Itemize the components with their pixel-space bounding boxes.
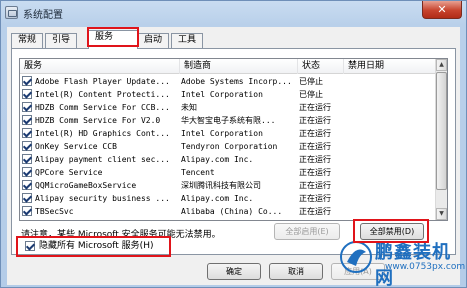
service-name: Intel(R) Content Protecti...	[35, 90, 170, 99]
service-name: HDZB Comm Service For CCB...	[35, 103, 170, 112]
service-status: 正在运行	[299, 155, 331, 164]
service-name: TBSecSvc	[35, 207, 74, 216]
service-checkbox[interactable]	[22, 167, 32, 177]
table-row[interactable]: Intel(R) HD Graphics Cont... Intel Corpor…	[20, 127, 436, 140]
service-manufacturer: Alibaba (China) Co...	[181, 207, 283, 216]
service-manufacturer: Intel Corporation	[181, 129, 263, 138]
service-status: 正在运行	[299, 129, 331, 138]
service-manufacturer: Tendyron Corporation	[181, 142, 278, 151]
close-button[interactable]: ✕	[422, 1, 462, 19]
service-manufacturer: 华大智宝电子系统有限...	[181, 116, 276, 125]
service-name: OnKey Service CCB	[35, 142, 117, 151]
service-manufacturer: Alipay.com Inc.	[181, 155, 254, 164]
table-row[interactable]: Adobe Flash Player Update... Adobe System…	[20, 75, 436, 88]
table-row[interactable]: TBSecSvc Alibaba (China) Co... 正在运行	[20, 205, 436, 218]
service-checkbox[interactable]	[22, 206, 32, 216]
column-disabled-date[interactable]: 禁用日期	[344, 59, 436, 74]
site-watermark: 鹏鑫装机网 www.0753px.com	[335, 236, 467, 288]
table-row[interactable]: Alipay payment client sec... Alipay.com I…	[20, 153, 436, 166]
service-checkbox[interactable]	[22, 141, 32, 151]
service-manufacturer: 未知	[181, 103, 197, 112]
ok-button[interactable]: 确定	[207, 263, 261, 280]
service-name: Intel(R) HD Graphics Cont...	[35, 129, 170, 138]
service-status: 正在运行	[299, 168, 331, 177]
table-row[interactable]: Alipay security business ... Alipay.com I…	[20, 192, 436, 205]
table-row[interactable]: HDZB Comm Service For V2.0 华大智宝电子系统有限... 正…	[20, 114, 436, 127]
hide-microsoft-label: 隐藏所有 Microsoft 服务(H)	[39, 241, 154, 251]
service-checkbox[interactable]	[22, 128, 32, 138]
column-service[interactable]: 服务	[20, 59, 180, 74]
service-status: 正在运行	[299, 181, 331, 190]
table-row[interactable]: HDZB Comm Service For CCB... 未知 正在运行	[20, 101, 436, 114]
security-services-note: 请注意，某些 Microsoft 安全服务可能无法禁用。	[21, 230, 221, 240]
window-title: 系统配置	[23, 10, 63, 21]
service-manufacturer: Intel Corporation	[181, 90, 263, 99]
service-checkbox[interactable]	[22, 89, 32, 99]
tab-services[interactable]: 服务	[88, 30, 138, 49]
service-checkbox[interactable]	[22, 193, 32, 203]
tab-startup[interactable]: 启动	[137, 33, 170, 48]
service-status: 正在运行	[299, 116, 331, 125]
service-status: 已停止	[299, 77, 323, 86]
scroll-down-arrow-icon[interactable]: ▼	[436, 208, 447, 220]
service-name: HDZB Comm Service For V2.0	[35, 116, 161, 125]
service-manufacturer: Alipay.com Inc.	[181, 194, 254, 203]
services-list[interactable]: 服务 制造商 状态 禁用日期 Adobe Flash Player Update…	[19, 58, 448, 221]
service-name: QPCore Service	[35, 168, 103, 177]
system-configuration-window: 系统配置 ✕ 常规 引导 服务 启动 工具 服务 制造商 状态 禁用日期 Ado…	[0, 0, 467, 288]
msconfig-icon	[5, 6, 18, 19]
service-status: 正在运行	[299, 207, 331, 216]
service-status: 正在运行	[299, 194, 331, 203]
service-checkbox[interactable]	[22, 102, 32, 112]
service-name: QQMicroGameBoxService	[35, 181, 137, 190]
tab-boot[interactable]: 引导	[45, 33, 78, 48]
service-manufacturer: 深圳腾讯科技有限公司	[181, 181, 261, 190]
scroll-up-arrow-icon[interactable]: ▲	[436, 59, 447, 71]
tab-general[interactable]: 常规	[11, 33, 44, 48]
service-status: 正在运行	[299, 103, 331, 112]
scrollbar-thumb[interactable]	[436, 72, 447, 190]
cancel-button[interactable]: 取消	[269, 263, 323, 280]
services-panel: 服务 制造商 状态 禁用日期 Adobe Flash Player Update…	[11, 48, 456, 255]
list-header: 服务 制造商 状态 禁用日期	[20, 59, 436, 74]
column-status[interactable]: 状态	[298, 59, 344, 74]
service-manufacturer: Tencent	[181, 168, 215, 177]
service-name: Adobe Flash Player Update...	[35, 77, 170, 86]
service-status: 正在运行	[299, 142, 331, 151]
watermark-url: www.0753px.com	[385, 262, 466, 272]
enable-all-button[interactable]: 全部启用(E)	[274, 223, 340, 240]
title-bar: 系统配置 ✕	[1, 1, 466, 25]
table-row[interactable]: QPCore Service Tencent 正在运行	[20, 166, 436, 179]
service-checkbox[interactable]	[22, 180, 32, 190]
service-checkbox[interactable]	[22, 154, 32, 164]
service-checkbox[interactable]	[22, 115, 32, 125]
table-row[interactable]: Intel(R) Content Protecti... Intel Corpor…	[20, 88, 436, 101]
service-checkbox[interactable]	[22, 76, 32, 86]
watermark-logo-icon	[340, 241, 372, 273]
service-name: Alipay security business ...	[35, 194, 170, 203]
vertical-scrollbar[interactable]: ▲ ▼	[435, 59, 447, 220]
column-manufacturer[interactable]: 制造商	[180, 59, 298, 74]
service-name: Alipay payment client sec...	[35, 155, 170, 164]
service-status: 已停止	[299, 90, 323, 99]
service-manufacturer: Adobe Systems Incorp...	[181, 77, 292, 86]
table-row[interactable]: QQMicroGameBoxService 深圳腾讯科技有限公司 正在运行	[20, 179, 436, 192]
tab-tools[interactable]: 工具	[171, 33, 204, 48]
table-row[interactable]: OnKey Service CCB Tendyron Corporation 正在运…	[20, 140, 436, 153]
hide-microsoft-checkbox[interactable]	[25, 241, 35, 251]
